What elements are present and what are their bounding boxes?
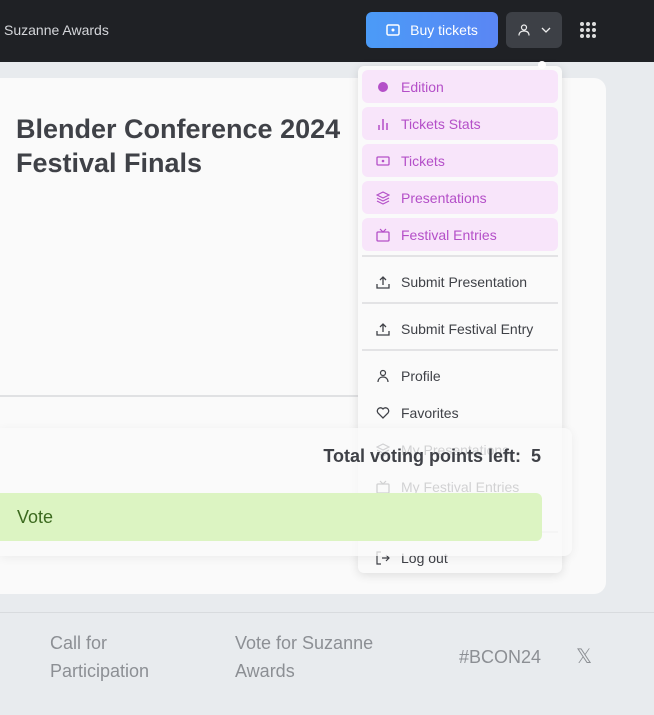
tv-icon [376,228,390,242]
footer-link-vote[interactable]: Vote for Suzanne Awards [235,629,405,685]
menu-item-label: Profile [401,367,441,384]
voting-panel: Total voting points left: 5 Vote [0,428,572,556]
x-logo-icon[interactable]: 𝕏 [576,643,592,671]
ticket-icon [376,155,390,166]
menu-item-edition[interactable]: Edition [362,70,558,103]
ticket-icon [386,24,400,36]
voting-points-value: 5 [530,446,541,466]
footer-link-call[interactable]: Call for Participation [50,629,180,685]
menu-item-tickets[interactable]: Tickets [362,144,558,177]
heart-icon [376,406,390,419]
edition-icon [378,81,388,92]
user-icon [377,369,389,382]
menu-item-label: Tickets [401,152,445,169]
menu-item-label: Presentations [401,189,487,206]
footer: Call for Participation Vote for Suzanne … [0,612,654,715]
top-bar: Suzanne Awards Buy tickets [0,0,654,62]
divider [0,395,360,397]
buy-tickets-button[interactable]: Buy tickets [366,12,498,48]
chevron-down-icon [541,27,550,33]
menu-item-label: Festival Entries [401,226,497,243]
layers-icon [376,190,390,205]
footer-hashtag[interactable]: #BCON24 [459,643,541,671]
user-menu-button[interactable] [506,12,562,48]
menu-item-label: Submit Presentation [401,273,528,290]
user-icon [517,24,530,36]
menu-item-label: Tickets Stats [401,115,481,132]
upload-icon [376,322,390,336]
menu-separator [362,255,558,257]
apps-grid-icon[interactable] [580,22,596,38]
menu-item-label: Submit Festival Entry [401,320,534,337]
menu-separator [362,349,558,351]
vote-button[interactable]: Vote [0,493,542,541]
menu-item-profile[interactable]: Profile [362,359,558,392]
menu-separator [362,302,558,304]
menu-item-submit-festival-entry[interactable]: Submit Festival Entry [362,312,558,345]
menu-item-label: Favorites [401,404,459,421]
page-title: Blender Conference 2024 Festival Finals [16,114,341,178]
bar-chart-icon [378,118,388,130]
menu-item-label: Edition [401,78,444,95]
brand-title[interactable]: Suzanne Awards [4,22,109,38]
voting-points-label: Total voting points left: [323,446,521,466]
voting-points: Total voting points left: 5 [323,446,541,467]
menu-item-tickets-stats[interactable]: Tickets Stats [362,107,558,140]
upload-icon [376,275,390,289]
menu-item-favorites[interactable]: Favorites [362,396,558,429]
menu-item-presentations[interactable]: Presentations [362,181,558,214]
buy-tickets-label: Buy tickets [410,22,478,38]
menu-item-festival-entries[interactable]: Festival Entries [362,218,558,251]
menu-item-submit-presentation[interactable]: Submit Presentation [362,265,558,298]
